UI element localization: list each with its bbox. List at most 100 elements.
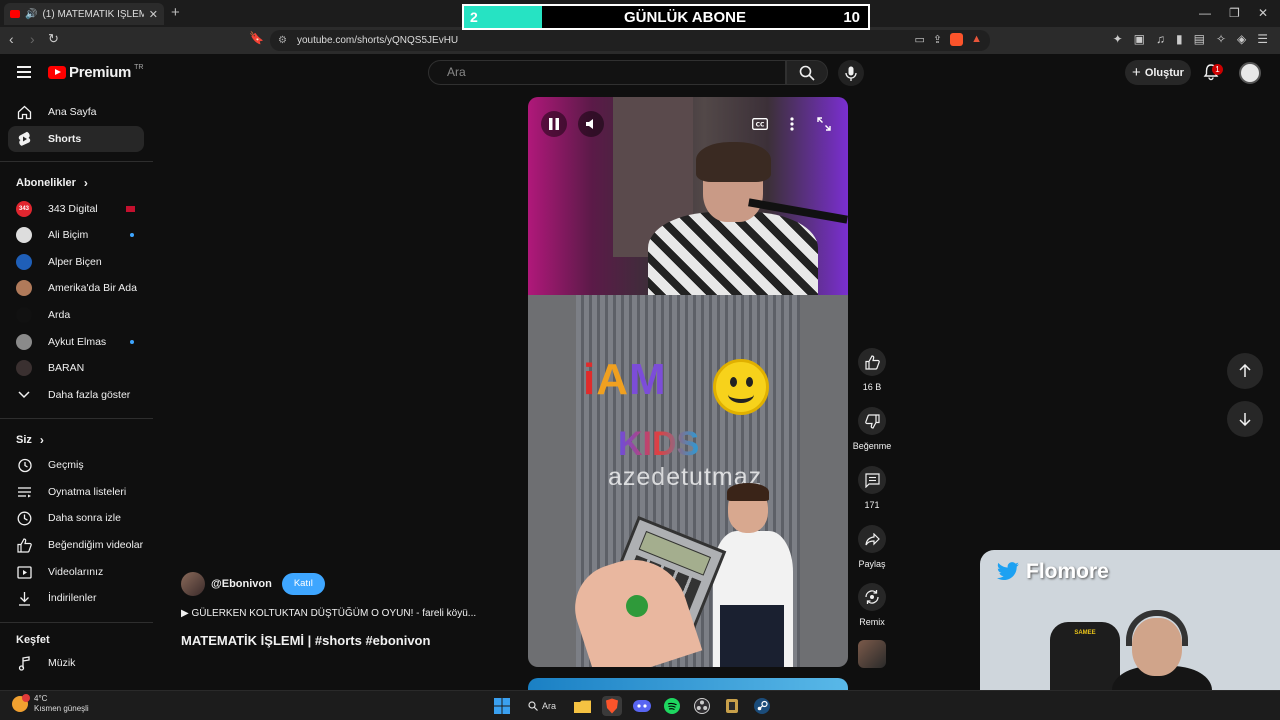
bookmark-icon[interactable]: 🔖 — [249, 31, 264, 45]
expand-icon — [817, 117, 831, 131]
sidebar-channel-arda[interactable]: Arda — [8, 302, 144, 328]
sidebar-item-label: Shorts — [48, 133, 82, 145]
vpn-icon[interactable]: ◈ — [1237, 32, 1246, 46]
channel-avatar — [16, 307, 32, 323]
extensions-icon[interactable]: ✦ — [1113, 32, 1123, 46]
sidebar-item-playlists[interactable]: Oynatma listeleri — [8, 479, 144, 505]
share-label: Paylaş — [858, 559, 886, 569]
microphone-icon — [845, 66, 857, 81]
youtube-premium-logo[interactable]: Premium TR — [48, 64, 143, 81]
watch-later-icon — [16, 510, 32, 526]
sidebar-icon[interactable]: ▮ — [1176, 32, 1183, 46]
cast-icon[interactable]: ▭ — [914, 33, 924, 46]
sidebar-item-shorts[interactable]: Shorts — [8, 126, 144, 152]
create-label: Oluştur — [1144, 66, 1184, 79]
sidebar-item-music[interactable]: Müzik — [8, 650, 144, 676]
browser-tab[interactable]: 🔊 (1) MATEMATİK İŞLEMİ | #sho ✕ — [4, 3, 164, 25]
sidebar-channel-baran[interactable]: BARAN — [8, 355, 144, 381]
address-bar[interactable]: ⚙ youtube.com/shorts/yQNQS5JEvHU ▭ ⇪ ▲ — [270, 30, 990, 51]
fullscreen-button[interactable] — [811, 111, 837, 137]
your-videos-icon — [16, 564, 32, 580]
search-input[interactable]: Ara — [428, 60, 786, 85]
comments-button[interactable] — [858, 466, 886, 494]
channel-handle[interactable]: @Ebonivon — [211, 578, 272, 590]
obs-icon[interactable] — [692, 696, 712, 716]
share-button[interactable] — [858, 525, 886, 553]
leo-icon[interactable]: ✧ — [1216, 32, 1226, 46]
sidebar-channel-ali-bicim[interactable]: Ali Biçim — [8, 222, 144, 248]
music-icon — [16, 655, 32, 671]
forward-icon[interactable]: › — [30, 31, 35, 47]
subscriptions-title: Abonelikler — [16, 177, 76, 189]
sidebar-item-history[interactable]: Geçmiş — [8, 452, 144, 478]
sidebar-item-your-videos[interactable]: Videolarınız — [8, 559, 144, 585]
next-short-button[interactable] — [1227, 401, 1263, 437]
guide-menu-icon[interactable] — [17, 66, 31, 78]
close-tab-icon[interactable]: ✕ — [149, 8, 158, 21]
sidebar-item-home[interactable]: Ana Sayfa — [8, 99, 144, 125]
subscriptions-heading[interactable]: Abonelikler › — [16, 176, 88, 190]
sidebar-channel-alper-bicen[interactable]: Alper Biçen — [8, 249, 144, 275]
previous-short-button[interactable] — [1227, 353, 1263, 389]
dislike-button[interactable] — [858, 407, 886, 435]
taskbar-search-label: Ara — [542, 701, 557, 711]
sidebar-channel-amerikada-bir-ada[interactable]: Amerika'da Bir Ada — [8, 275, 144, 301]
weather-widget[interactable]: 4°C Kısmen güneşli — [12, 694, 89, 714]
create-button[interactable]: + Oluştur — [1125, 60, 1191, 85]
sidebar-item-downloads[interactable]: İndirilenler — [8, 585, 144, 611]
captions-button[interactable]: CC — [747, 111, 773, 137]
share-arrow-icon — [864, 532, 880, 545]
pause-button[interactable] — [541, 111, 567, 137]
sign-letters: iAM — [583, 355, 667, 405]
account-avatar[interactable] — [1239, 62, 1261, 84]
brave-browser-icon[interactable] — [602, 696, 623, 716]
voice-search-button[interactable] — [838, 60, 864, 86]
shorts-video-player[interactable]: iAM KIDS azedetutmaz CC — [528, 97, 848, 667]
share-icon[interactable]: ⇪ — [933, 33, 942, 46]
you-heading[interactable]: Siz › — [16, 433, 44, 447]
discord-icon[interactable] — [632, 696, 652, 716]
kids-sign: KIDS — [618, 425, 699, 464]
like-button[interactable] — [858, 348, 886, 376]
audio-source-thumbnail[interactable] — [858, 640, 886, 668]
taskbar-search[interactable]: Ara — [522, 701, 562, 711]
notification-badge: 1 — [1212, 64, 1223, 75]
brave-rewards-icon[interactable]: ▲ — [971, 33, 982, 46]
remix-button[interactable] — [858, 583, 886, 611]
app-launcher-icon[interactable] — [722, 696, 742, 716]
brave-shields-icon[interactable] — [950, 33, 964, 46]
new-tab-button[interactable]: + — [171, 4, 180, 21]
sound-link[interactable]: ▶ GÜLERKEN KOLTUKTAN DÜŞTÜĞÜM O OYUN! - … — [181, 608, 476, 619]
show-more-button[interactable]: Daha fazla göster — [8, 382, 144, 408]
wallet-icon[interactable]: ▤ — [1194, 32, 1205, 46]
sidebar-item-liked-videos[interactable]: Beğendiğim videolar — [8, 532, 144, 558]
screenshot-icon[interactable]: ▣ — [1134, 32, 1145, 46]
file-explorer-icon[interactable] — [572, 696, 592, 716]
minimize-icon[interactable]: — — [1199, 6, 1211, 20]
sidebar-channel-aykut-elmas[interactable]: Aykut Elmas — [8, 329, 144, 355]
back-icon[interactable]: ‹ — [9, 31, 14, 47]
chair-logo: SAMEE — [1074, 630, 1096, 636]
sidebar-channel-343-digital[interactable]: 343 343 Digital — [8, 196, 144, 222]
menu-icon[interactable]: ☰ — [1257, 32, 1268, 46]
address-text: youtube.com/shorts/yQNQS5JEvHU — [296, 35, 459, 46]
next-short-preview[interactable] — [528, 678, 848, 690]
boy-hair — [727, 483, 769, 501]
media-icon[interactable]: ♫ — [1156, 32, 1165, 46]
history-icon — [16, 457, 32, 473]
more-options-button[interactable] — [779, 111, 805, 137]
channel-avatar[interactable] — [181, 572, 205, 596]
close-window-icon[interactable]: ✕ — [1258, 6, 1268, 20]
windows-start-icon[interactable] — [492, 696, 512, 716]
sidebar-item-watch-later[interactable]: Daha sonra izle — [8, 505, 144, 531]
restore-icon[interactable]: ❐ — [1229, 6, 1240, 20]
site-info-icon[interactable]: ⚙ — [278, 35, 287, 46]
search-button[interactable] — [786, 60, 828, 85]
reload-icon[interactable]: ↻ — [48, 31, 59, 47]
spotify-icon[interactable] — [662, 696, 682, 716]
volume-button[interactable] — [578, 111, 604, 137]
join-button[interactable]: Katıl — [281, 573, 325, 595]
search-icon — [799, 65, 815, 81]
channel-name: BARAN — [48, 362, 85, 374]
steam-icon[interactable] — [752, 696, 772, 716]
